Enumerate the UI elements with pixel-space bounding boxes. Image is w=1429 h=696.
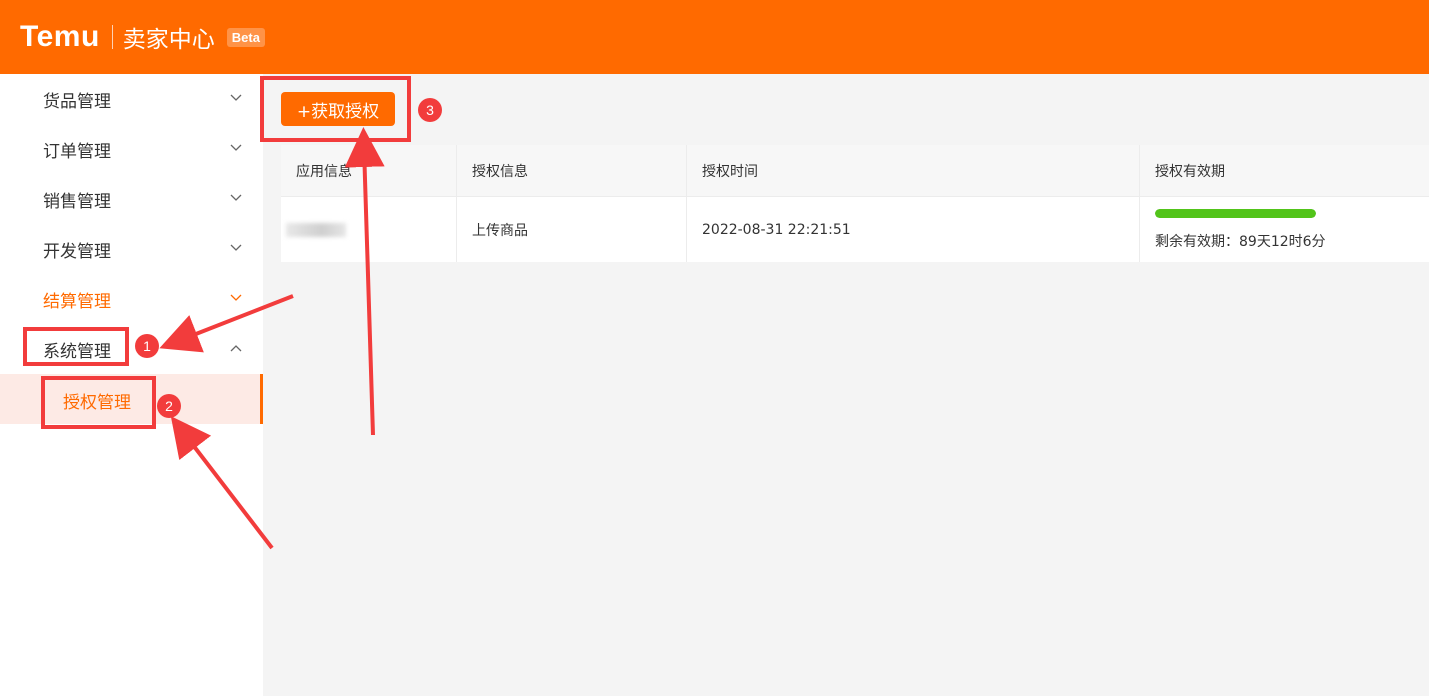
sidebar-item-sales[interactable]: 销售管理 [0, 174, 263, 224]
beta-badge: Beta [226, 27, 265, 47]
sidebar-item-label: 结算管理 [43, 291, 111, 312]
header-app-info: 应用信息 [281, 145, 457, 196]
chevron-down-icon [230, 144, 242, 154]
top-header: Temu 卖家中心 Beta [0, 0, 1429, 74]
sidebar-item-system[interactable]: 系统管理 [0, 324, 263, 374]
cell-app-info [281, 197, 457, 262]
blurred-app-name [286, 222, 346, 237]
header-auth-time: 授权时间 [687, 145, 1140, 196]
validity-progress-bar [1155, 208, 1316, 218]
sidebar: 货品管理 订单管理 销售管理 开发管理 结算管理 系统管理 授权管理 [0, 74, 263, 696]
header-auth-info: 授权信息 [457, 145, 687, 196]
chevron-down-icon [230, 94, 242, 104]
logo-divider [111, 25, 113, 49]
sidebar-item-label: 开发管理 [43, 241, 111, 262]
temu-logo[interactable]: Temu [20, 20, 100, 54]
sidebar-subitem-authorization[interactable]: 授权管理 [0, 374, 263, 424]
sidebar-item-orders[interactable]: 订单管理 [0, 124, 263, 174]
sidebar-item-label: 货品管理 [43, 91, 111, 112]
sidebar-item-development[interactable]: 开发管理 [0, 224, 263, 274]
sidebar-item-label: 销售管理 [43, 191, 111, 212]
cell-validity: 剩余有效期：89天12时6分 [1140, 197, 1429, 262]
chevron-down-icon [230, 244, 242, 254]
sidebar-item-label: 订单管理 [43, 141, 111, 162]
chevron-down-icon [230, 294, 242, 304]
header-title: 卖家中心 [122, 27, 215, 53]
cell-auth-time: 2022-08-31 22:21:51 [687, 197, 1140, 262]
remaining-validity: 剩余有效期：89天12时6分 [1155, 233, 1326, 250]
table-header: 应用信息 授权信息 授权时间 授权有效期 [281, 145, 1429, 197]
cell-auth-info: 上传商品 [457, 197, 687, 262]
active-indicator [260, 374, 263, 424]
authorization-table: 应用信息 授权信息 授权时间 授权有效期 上传商品 2022-08-31 22:… [281, 145, 1429, 262]
chevron-up-icon [230, 344, 242, 354]
validity-progress-fill [1155, 208, 1316, 218]
chevron-down-icon [230, 194, 242, 204]
step-badge-3: 3 [418, 98, 442, 122]
table-row: 上传商品 2022-08-31 22:21:51 剩余有效期：89天12时6分 [281, 197, 1429, 262]
sidebar-item-label: 系统管理 [43, 341, 111, 362]
svg-text:3: 3 [426, 102, 434, 118]
get-authorization-button[interactable]: +获取授权 [281, 92, 395, 126]
sidebar-subitem-label: 授权管理 [63, 393, 131, 413]
sidebar-item-settlement[interactable]: 结算管理 [0, 274, 263, 324]
sidebar-item-goods[interactable]: 货品管理 [0, 74, 263, 124]
header-validity: 授权有效期 [1155, 163, 1225, 180]
